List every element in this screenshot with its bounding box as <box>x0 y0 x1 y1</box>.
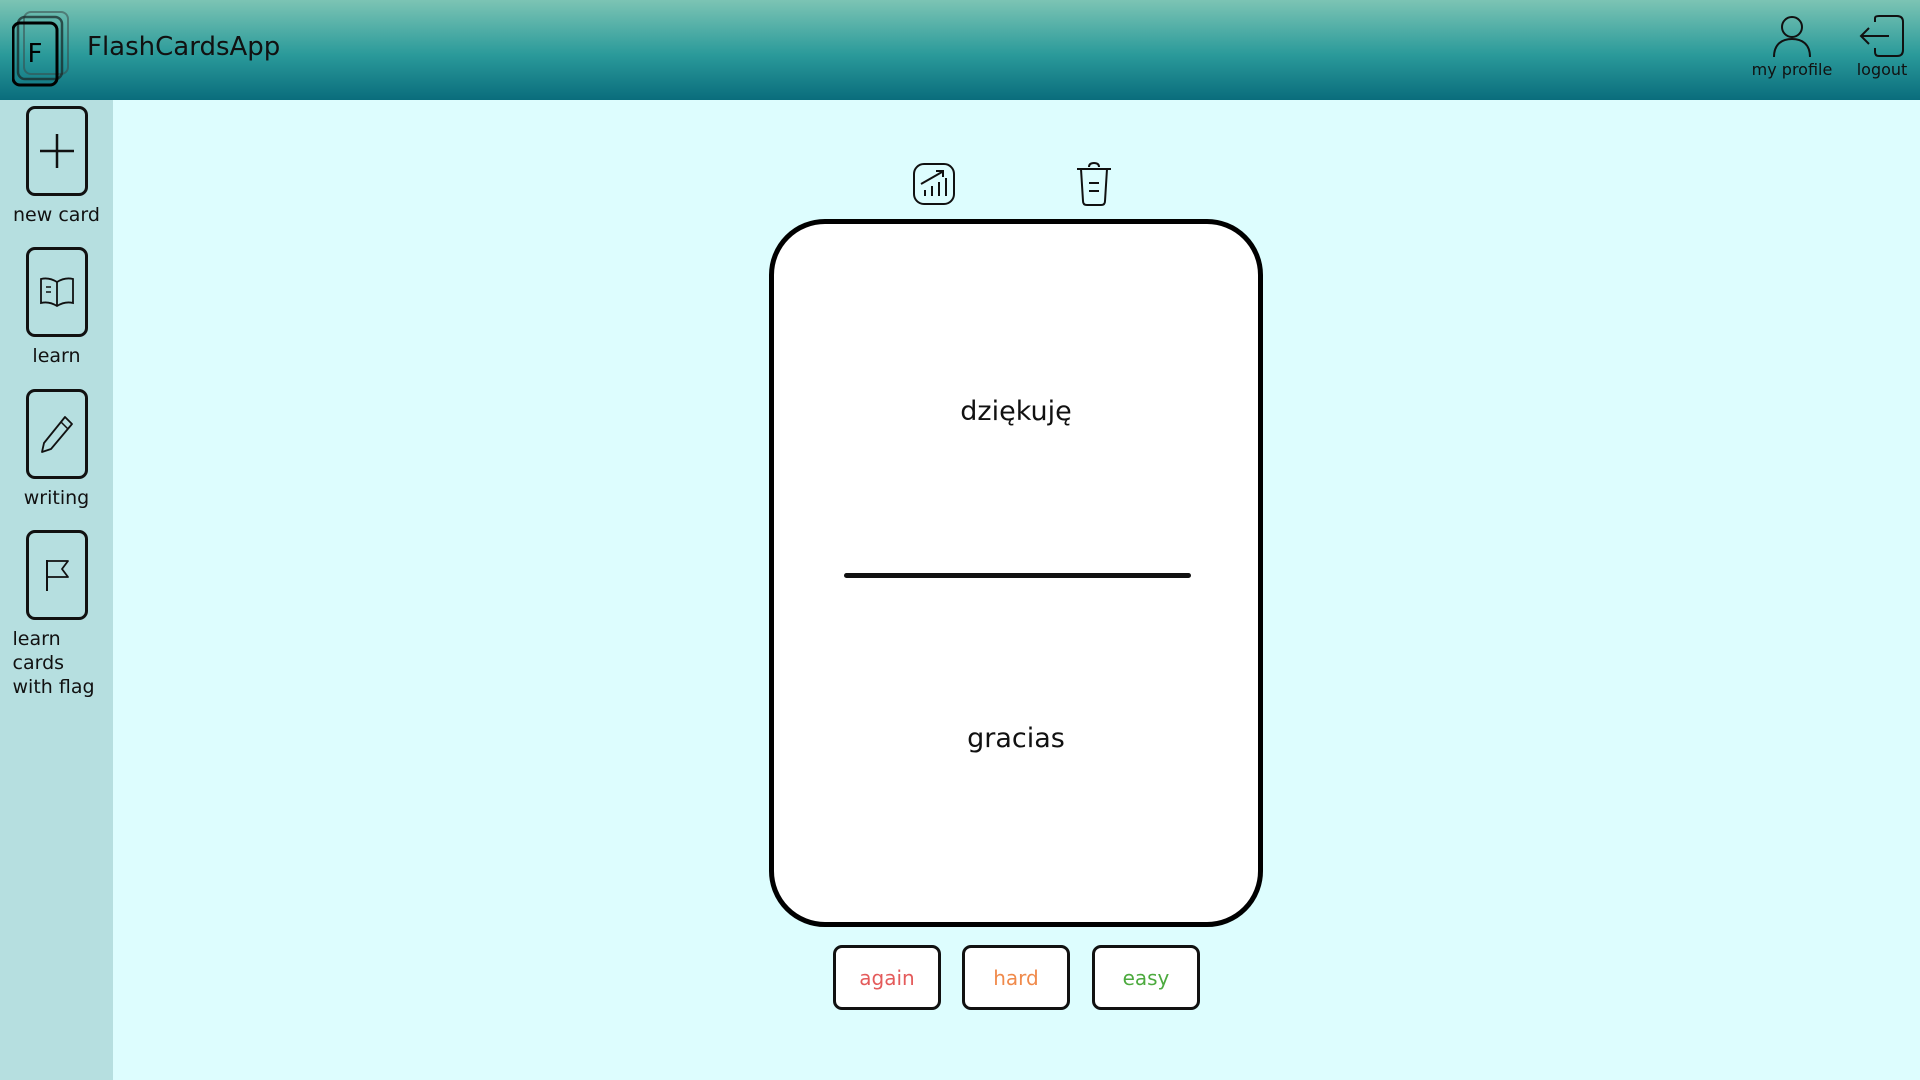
writing-tile[interactable] <box>25 389 88 479</box>
sidebar-item-label: learn cards with flag <box>7 627 107 699</box>
logout-label: logout <box>1856 60 1908 79</box>
my-profile-label: my profile <box>1751 60 1833 79</box>
learn-tile[interactable] <box>25 247 88 337</box>
logout-button[interactable]: logout <box>1842 14 1920 79</box>
flashcard[interactable]: dziękuję gracias <box>769 219 1263 927</box>
label-line-1: learn cards <box>12 628 65 674</box>
sidebar-item-label: writing <box>23 487 90 509</box>
stats-button[interactable] <box>911 161 957 207</box>
flag-icon <box>45 560 69 591</box>
sidebar-item-new-card[interactable]: new card <box>0 106 113 227</box>
app-title: FlashCardsApp <box>87 32 281 62</box>
new-card-tile[interactable] <box>25 106 88 196</box>
learn-flagged-tile[interactable] <box>25 530 88 620</box>
sidebar: new card learn writing learn cards with … <box>0 100 113 1080</box>
card-back-text: gracias <box>967 723 1065 754</box>
my-profile-button[interactable]: my profile <box>1742 14 1842 79</box>
again-button[interactable]: again <box>833 945 941 1010</box>
book-icon <box>39 277 74 308</box>
plus-icon <box>39 134 74 168</box>
sidebar-item-writing[interactable]: writing <box>0 389 113 510</box>
sidebar-item-label: new card <box>13 204 100 226</box>
easy-button[interactable]: easy <box>1092 945 1200 1010</box>
card-front-text: dziękuję <box>960 396 1072 427</box>
logout-icon <box>1859 15 1904 57</box>
sidebar-item-learn[interactable]: learn <box>0 247 113 368</box>
stats-icon <box>913 163 955 205</box>
logo-cards-icon: F <box>11 11 69 87</box>
label-line-2: with flag <box>12 676 95 698</box>
card-divider <box>844 573 1191 578</box>
svg-text:F: F <box>28 39 43 69</box>
user-icon <box>1773 16 1811 58</box>
sidebar-item-learn-flagged[interactable]: learn cards with flag <box>0 530 113 699</box>
app-logo: F <box>11 10 72 88</box>
pencil-icon <box>40 416 73 453</box>
app-header: F FlashCardsApp my profile logout <box>0 0 1920 100</box>
delete-button[interactable] <box>1074 160 1114 208</box>
trash-icon <box>1077 161 1111 206</box>
sidebar-item-label: learn <box>32 345 81 367</box>
hard-button[interactable]: hard <box>962 945 1070 1010</box>
